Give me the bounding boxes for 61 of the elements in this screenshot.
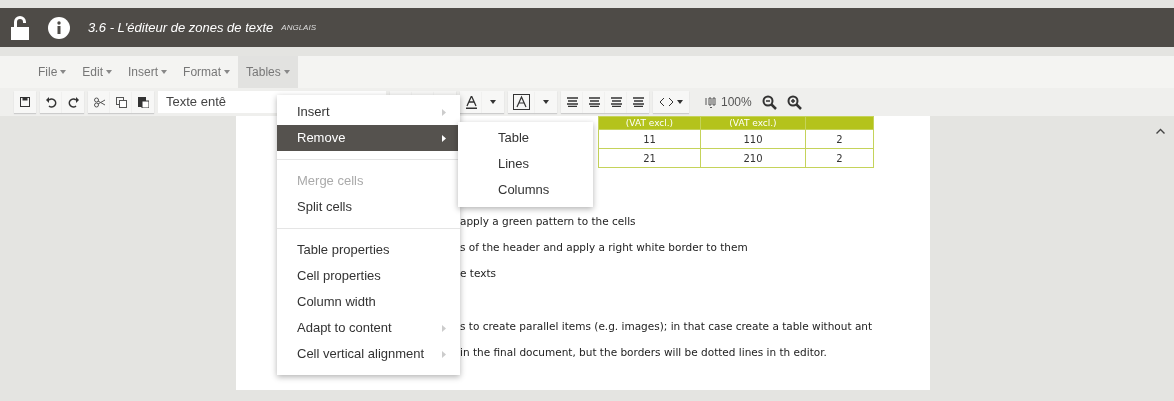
document-text: apply a green pattern to the cells <box>460 214 637 229</box>
submenu-arrow-icon <box>442 109 446 116</box>
menu-item[interactable]: Remove <box>277 125 460 151</box>
caret-icon[interactable] <box>482 91 504 113</box>
document-text: e texts <box>460 266 497 281</box>
language-tag: ANGLAIS <box>281 23 316 32</box>
menu-item[interactable]: Cell properties <box>277 263 460 289</box>
copy-icon[interactable] <box>110 91 132 113</box>
menu-item[interactable]: Table <box>458 125 593 151</box>
zoom-out-icon[interactable] <box>761 94 777 110</box>
caret-icon[interactable] <box>535 91 557 113</box>
align-icon[interactable] <box>561 91 583 113</box>
menu-item[interactable]: Columns <box>458 177 593 203</box>
menu-item[interactable]: Adapt to content <box>277 315 460 341</box>
paste-icon[interactable] <box>132 91 154 113</box>
info-icon[interactable] <box>48 16 70 39</box>
table-cell: 210 <box>700 148 806 168</box>
align-icon[interactable] <box>605 91 627 113</box>
scroll-up-icon[interactable] <box>1156 128 1165 134</box>
table-cell: 110 <box>700 129 806 149</box>
zoom-level: 100% <box>721 95 752 109</box>
table-cell: 2 <box>805 129 874 149</box>
menu-item[interactable]: Column width <box>277 289 460 315</box>
menu-item[interactable]: Edit <box>74 56 121 88</box>
submenu-arrow-icon <box>442 351 446 358</box>
submenu-arrow-icon <box>442 135 446 142</box>
menu-item[interactable]: Insert <box>120 56 176 88</box>
table-cell: 21 <box>598 148 701 168</box>
menu-item[interactable]: Format <box>175 56 239 88</box>
caret-icon <box>106 70 113 74</box>
table-header-cell: (VAT excl.) <box>598 116 701 130</box>
table-cell: 2 <box>805 148 874 168</box>
window-title: 3.6 - L'éditeur de zones de texte <box>88 20 274 35</box>
document-text: s to create parallel items (e.g. images); in that case create a table without ant <box>460 319 874 334</box>
caret-icon <box>161 70 168 74</box>
table-cell: 11 <box>598 129 701 149</box>
menu-item[interactable]: Split cells <box>277 194 460 220</box>
menu-item[interactable]: Lines <box>458 151 593 177</box>
code-view-icon[interactable] <box>653 91 689 113</box>
undo-icon[interactable] <box>40 91 62 113</box>
caret-icon <box>60 70 67 74</box>
submenu-arrow-icon <box>442 325 446 332</box>
save-icon[interactable] <box>14 91 36 113</box>
redo-icon[interactable] <box>62 91 84 113</box>
text-color-icon[interactable] <box>460 91 482 113</box>
caret-icon <box>224 70 231 74</box>
menu-item[interactable]: Cell vertical alignment <box>277 341 460 367</box>
document-text: in the final document, but the borders will be dotted lines in th editor. <box>460 345 828 360</box>
table-header-cell: (VAT excl.) <box>700 116 806 130</box>
cut-icon[interactable] <box>88 91 110 113</box>
padlock-icon[interactable] <box>10 14 30 41</box>
document-text: s of the header and apply a right white border to them <box>460 240 749 255</box>
actual-size-icon[interactable] <box>705 96 717 108</box>
menu-item[interactable]: File <box>30 56 75 88</box>
zoom-in-icon[interactable] <box>786 94 802 110</box>
caret-icon <box>283 70 290 74</box>
highlight-color-icon[interactable] <box>508 91 535 113</box>
menu-item[interactable]: Tables <box>238 56 298 88</box>
align-icon[interactable] <box>627 91 649 113</box>
align-icon[interactable] <box>583 91 605 113</box>
menu-item[interactable]: Table properties <box>277 237 460 263</box>
